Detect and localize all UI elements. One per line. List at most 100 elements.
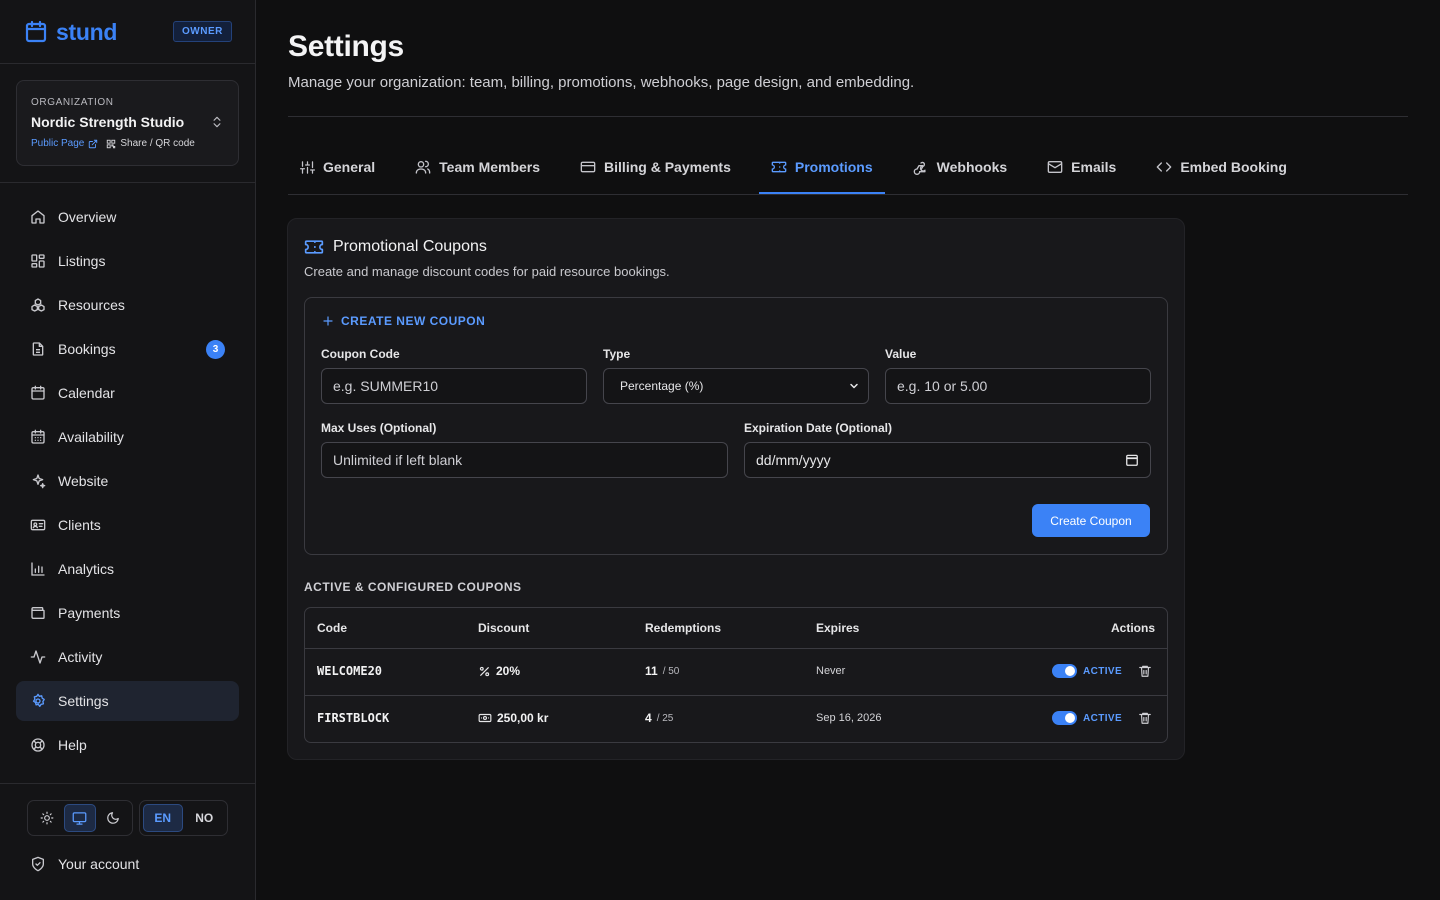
column-header-code: Code xyxy=(317,621,347,635)
coupon-expires: Never xyxy=(816,665,846,677)
value-input[interactable]: e.g. 10 or 5.00 xyxy=(885,368,1151,404)
id-card-icon xyxy=(30,517,46,533)
plus-icon xyxy=(322,315,334,327)
sidebar-item-help[interactable]: Help xyxy=(16,725,239,765)
sidebar-item-bookings[interactable]: Bookings 3 xyxy=(16,329,239,369)
tab-label: Team Members xyxy=(439,159,541,175)
language-en-button[interactable]: EN xyxy=(143,804,183,832)
tab-general[interactable]: General xyxy=(288,140,387,194)
ticket-icon xyxy=(771,159,787,175)
calendar-logo-icon xyxy=(24,20,48,44)
coupon-active-toggle[interactable] xyxy=(1052,711,1077,725)
value-placeholder: e.g. 10 or 5.00 xyxy=(897,378,988,394)
sidebar-item-payments[interactable]: Payments xyxy=(16,593,239,633)
sidebar-item-label: Clients xyxy=(58,517,101,533)
sidebar-item-label: Listings xyxy=(58,253,106,269)
redemptions-count: 11 xyxy=(645,664,658,678)
trash-icon[interactable] xyxy=(1138,711,1152,725)
sidebar-item-resources[interactable]: Resources xyxy=(16,285,239,325)
discount-value: 250,00 kr xyxy=(497,711,549,725)
create-coupon-form: CREATE NEW COUPON Coupon Code e.g. SUMME… xyxy=(304,297,1168,555)
expiration-date-label: Expiration Date (Optional) xyxy=(744,421,893,435)
column-header-actions: Actions xyxy=(1110,621,1155,635)
tab-label: Webhooks xyxy=(936,159,1008,175)
max-uses-input[interactable]: Unlimited if left blank xyxy=(321,442,728,478)
sidebar-item-label: Availability xyxy=(58,429,124,445)
divider xyxy=(0,783,255,784)
monitor-icon xyxy=(72,811,87,826)
tab-emails[interactable]: Emails xyxy=(1035,140,1128,194)
lifebuoy-icon xyxy=(30,737,46,753)
tab-promotions[interactable]: Promotions xyxy=(758,140,885,194)
value-label: Value xyxy=(885,347,917,361)
tab-webhooks[interactable]: Webhooks xyxy=(901,140,1020,194)
calendar-icon xyxy=(30,385,46,401)
coupon-discount: 20% xyxy=(478,664,520,678)
sun-icon xyxy=(40,811,54,825)
create-coupon-button[interactable]: Create Coupon xyxy=(1032,504,1150,537)
column-header-discount: Discount xyxy=(478,621,530,635)
coupon-redemptions: 11 / 50 xyxy=(645,664,679,678)
max-uses-label: Max Uses (Optional) xyxy=(321,421,437,435)
sidebar-item-activity[interactable]: Activity xyxy=(16,637,239,677)
shield-check-icon xyxy=(30,856,46,872)
type-selected-value: Percentage (%) xyxy=(620,379,704,393)
create-coupon-heading: CREATE NEW COUPON xyxy=(322,314,485,328)
discount-value: 20% xyxy=(496,664,521,678)
users-icon xyxy=(415,159,431,175)
public-page-link[interactable]: Public Page xyxy=(31,138,98,149)
tab-embed-booking[interactable]: Embed Booking xyxy=(1144,140,1299,194)
dark-theme-button[interactable] xyxy=(98,804,129,832)
sidebar-item-availability[interactable]: Availability xyxy=(16,417,239,457)
organization-switcher[interactable]: ORGANIZATION Nordic Strength Studio Publ… xyxy=(16,80,239,166)
tab-label: Billing & Payments xyxy=(604,159,731,175)
coupon-code-input[interactable]: e.g. SUMMER10 xyxy=(321,368,587,404)
expiration-date-input[interactable]: dd/mm/yyyy xyxy=(744,442,1151,478)
banknote-icon xyxy=(478,711,492,725)
grid-icon xyxy=(30,253,46,269)
language-no-button[interactable]: NO xyxy=(185,804,225,832)
sidebar-item-clients[interactable]: Clients xyxy=(16,505,239,545)
sidebar-item-overview[interactable]: Overview xyxy=(16,197,239,237)
sidebar-item-label: Activity xyxy=(58,649,103,665)
calendar-icon[interactable] xyxy=(1125,453,1139,467)
type-select[interactable]: Percentage (%) xyxy=(603,368,869,404)
redemptions-limit: / 50 xyxy=(662,665,680,677)
external-link-icon xyxy=(88,139,98,149)
sparkles-icon xyxy=(30,473,46,489)
share-qr-button[interactable]: Share / QR code xyxy=(106,138,195,149)
file-icon xyxy=(30,341,46,357)
light-theme-button[interactable] xyxy=(31,804,62,832)
sidebar-item-listings[interactable]: Listings xyxy=(16,241,239,281)
brand-name: stund xyxy=(56,18,118,45)
chevrons-up-down-icon[interactable] xyxy=(210,115,224,129)
sidebar-item-label: Overview xyxy=(58,209,117,225)
redemptions-limit: / 25 xyxy=(656,712,674,724)
coupon-active-toggle[interactable] xyxy=(1052,664,1077,678)
moon-icon xyxy=(106,811,120,825)
sidebar-item-calendar[interactable]: Calendar xyxy=(16,373,239,413)
your-account-link[interactable]: Your account xyxy=(30,856,139,872)
tab-label: Emails xyxy=(1071,159,1117,175)
coupon-actions: ACTIVE xyxy=(1052,664,1152,678)
tab-label: Embed Booking xyxy=(1180,159,1287,175)
your-account-label: Your account xyxy=(58,856,140,872)
sidebar-item-label: Website xyxy=(58,473,109,489)
role-badge: OWNER xyxy=(173,21,232,42)
tab-billing-payments[interactable]: Billing & Payments xyxy=(568,140,743,194)
brand-logo[interactable]: stund xyxy=(24,18,117,46)
tab-team-members[interactable]: Team Members xyxy=(403,140,552,194)
trash-icon[interactable] xyxy=(1138,664,1152,678)
sidebar-item-analytics[interactable]: Analytics xyxy=(16,549,239,589)
sidebar: stund OWNER ORGANIZATION Nordic Strength… xyxy=(0,0,256,900)
column-header-redemptions: Redemptions xyxy=(645,621,722,635)
coupon-code: WELCOME20 xyxy=(317,664,383,678)
bookings-count-badge: 3 xyxy=(206,340,225,359)
column-header-expires: Expires xyxy=(816,621,860,635)
language-switcher: EN NO xyxy=(139,800,228,836)
sidebar-item-website[interactable]: Website xyxy=(16,461,239,501)
organization-label: ORGANIZATION xyxy=(31,97,114,108)
card-title: Promotional Coupons xyxy=(304,237,487,257)
sidebar-item-settings[interactable]: Settings xyxy=(16,681,239,721)
system-theme-button[interactable] xyxy=(64,804,96,832)
